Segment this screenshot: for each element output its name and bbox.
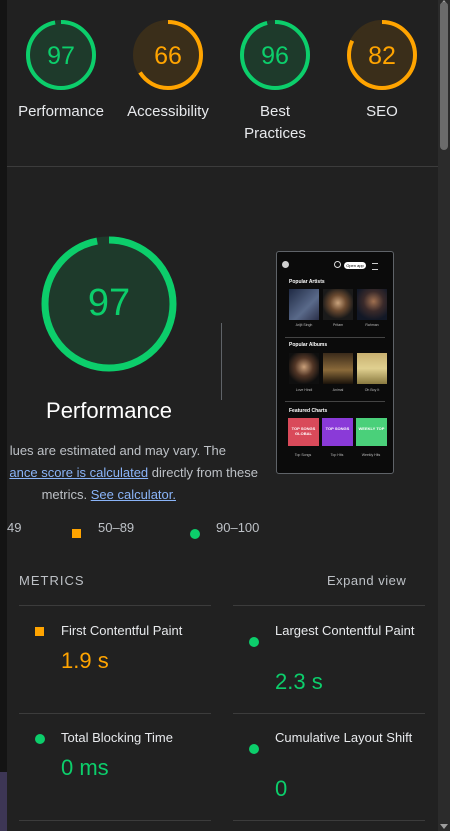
gauge-best-practices-ring: 96 (240, 20, 310, 90)
gauge-seo-score: 82 (368, 42, 396, 70)
desc-line-1: lues are estimated and may vary. The (9, 443, 226, 458)
legend-pass: 90–100 (216, 520, 260, 535)
ss-artist-3 (357, 289, 387, 320)
metrics-divider (19, 605, 211, 606)
score-calculated-link[interactable]: ance score is calculated (9, 465, 148, 480)
legend-average-square-icon (72, 529, 81, 538)
gauge-accessibility-label: Accessibility (113, 101, 223, 123)
gauge-performance-label-text: Performance (18, 103, 104, 120)
vertical-divider (221, 323, 222, 400)
left-edge-bottom (0, 772, 7, 831)
gauge-accessibility-score: 66 (154, 42, 182, 70)
legend-pass-circle-icon (190, 529, 200, 539)
gauge-best-practices[interactable]: 96 Best Practices (220, 18, 330, 145)
performance-big-score: 97 (88, 282, 130, 324)
metric-fcp-name: First Contentful Paint (61, 623, 183, 638)
metric-tbt-value: 0 ms (61, 755, 109, 780)
ss-album-1 (289, 353, 319, 384)
fcp-average-square-icon (35, 627, 44, 636)
gauge-best-practices-label-line2: Practices (244, 125, 306, 142)
ss-menu-icon (372, 263, 378, 270)
scrollbar-thumb[interactable] (440, 2, 448, 150)
gauge-best-practices-label: Best Practices (220, 101, 330, 145)
metric-lcp-name: Largest Contentful Paint (275, 623, 415, 638)
metric-lcp-value: 2.3 s (275, 669, 323, 694)
gauge-best-practices-label-line1: Best (259, 103, 290, 120)
ss-search-icon (334, 261, 341, 268)
ss-chart-1: TOP SONGS GLOBAL (288, 418, 319, 446)
metric-tbt-name: Total Blocking Time (61, 730, 173, 745)
desc-line-3-text: metrics. (41, 487, 91, 502)
desc-line-3: metrics. See calculator. (42, 484, 176, 506)
legend-average: 50–89 (98, 520, 135, 535)
metric-cls-value: 0 (275, 776, 288, 801)
metrics-divider (233, 820, 425, 821)
performance-title: Performance (46, 398, 172, 423)
metrics-divider (233, 713, 425, 714)
ss-album-2 (323, 353, 353, 384)
ss-artist-1 (289, 289, 319, 320)
gauge-performance-score: 97 (47, 42, 75, 70)
ss-header: Open app (277, 252, 393, 276)
desc-line-2-rest: directly from these (148, 465, 258, 480)
performance-big-gauge: 97 (40, 235, 178, 378)
gauge-accessibility-label-text: Accessibility (127, 103, 209, 120)
ss-popular-albums: Popular Albums (289, 342, 328, 348)
gauge-seo-label-text: SEO (366, 103, 398, 120)
ss-separator-2 (285, 401, 385, 402)
see-calculator-link[interactable]: See calculator. (91, 487, 176, 502)
ss-separator (285, 337, 385, 338)
tbt-pass-circle-icon (35, 734, 45, 744)
ss-album-3 (357, 353, 387, 384)
ss-chart-3-caption: Weekly Hits (361, 453, 381, 457)
ss-logo-icon (282, 261, 289, 268)
gauge-accessibility-ring: 66 (133, 20, 203, 90)
legend-fail: 49 (7, 520, 22, 535)
gauge-best-practices-score: 96 (261, 42, 289, 70)
ss-popular-artists: Popular Artists (289, 279, 325, 285)
expand-view-toggle[interactable]: Expand view (327, 573, 406, 588)
gauge-seo-label: SEO (327, 101, 437, 123)
ss-artist-2-caption: Pritam (332, 323, 344, 327)
ss-chart-1-caption: Top Songs (294, 453, 312, 457)
ss-chart-2-caption: Top Hits (330, 453, 344, 457)
metrics-divider (19, 820, 211, 821)
category-gauges: 97 Performance 66 Accessibility 96 Best P… (7, 0, 438, 167)
metric-cls-name: Cumulative Layout Shift (275, 730, 413, 745)
ss-album-2-caption: Animal (332, 388, 344, 392)
ss-open-app-button: Open app (344, 262, 366, 269)
ss-album-1-caption: Love Hindi (295, 388, 313, 392)
ss-chart-2: TOP SONGS (322, 418, 353, 446)
gauge-performance-label: Performance (6, 101, 116, 123)
ss-album-3-caption: Oh Boy It (364, 388, 380, 392)
ss-chart-3: WEEKLY TOP (356, 418, 387, 446)
metrics-divider (233, 605, 425, 606)
gauge-accessibility[interactable]: 66 Accessibility (113, 18, 223, 123)
final-screenshot[interactable]: Open app Popular Artists Arijit Singh Pr… (276, 251, 394, 474)
metrics-heading: METRICS (19, 573, 85, 588)
gauge-performance[interactable]: 97 Performance (6, 18, 116, 123)
performance-big-ring: 97 (41, 236, 177, 372)
lcp-pass-circle-icon (249, 637, 259, 647)
scroll-down-arrow-icon[interactable] (440, 824, 448, 829)
metric-fcp-value: 1.9 s (61, 648, 109, 673)
vertical-scrollbar[interactable] (438, 0, 450, 831)
gauge-seo[interactable]: 82 SEO (327, 18, 437, 123)
desc-line-2: ance score is calculated directly from t… (9, 462, 258, 484)
gauge-performance-ring: 97 (26, 20, 96, 90)
ss-artist-2 (323, 289, 353, 320)
metrics-divider (19, 713, 211, 714)
cls-pass-circle-icon (249, 744, 259, 754)
ss-featured-charts: Featured Charts (289, 408, 328, 414)
gauge-seo-ring: 82 (347, 20, 417, 90)
ss-artist-3-caption: Rahman (365, 323, 379, 327)
ss-artist-1-caption: Arijit Singh (295, 323, 313, 327)
